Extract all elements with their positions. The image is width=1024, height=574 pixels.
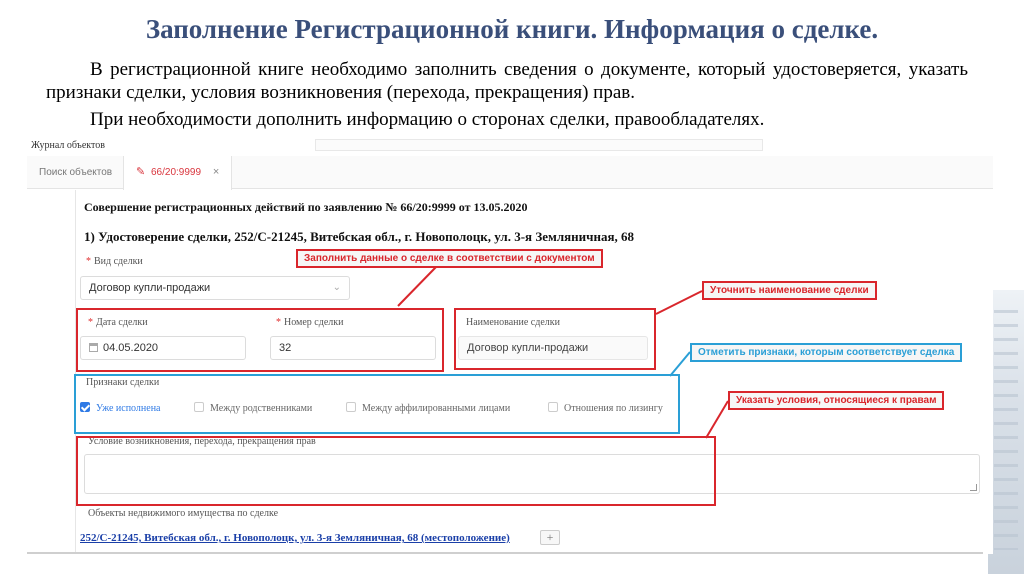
highlight-date-number: [76, 308, 444, 372]
close-icon[interactable]: ×: [213, 156, 219, 189]
tab-label: Поиск объектов: [39, 167, 113, 178]
journal-title: Журнал объектов: [31, 140, 105, 151]
highlight-conditions: [76, 436, 716, 506]
pen-icon: ✎: [136, 166, 146, 178]
tab-application[interactable]: ✎ 66/20:9999 ×: [123, 156, 233, 190]
decorative-building-image: [988, 290, 1024, 574]
tab-search-objects[interactable]: Поиск объектов: [27, 156, 124, 189]
callout-fill-deal: Заполнить данные о сделке в соответствии…: [296, 249, 603, 268]
slide-paragraph-1: В регистрационной книге необходимо запол…: [46, 59, 968, 103]
highlight-signs: [74, 374, 680, 434]
bottom-divider: [27, 552, 983, 554]
add-object-button[interactable]: +: [540, 530, 560, 545]
callout-specify-conditions: Указать условия, относящиеся к правам: [728, 391, 945, 410]
deal-type-select[interactable]: Договор купли-продажи ⌄: [80, 276, 350, 300]
callout-specify-name: Уточнить наименование сделки: [702, 281, 877, 300]
tab-label: 66/20:9999: [151, 167, 202, 178]
highlight-deal-name: [454, 308, 656, 370]
objects-label: Объекты недвижимого имущества по сделке: [88, 508, 279, 519]
object-link[interactable]: 252/С-21245, Витебская обл., г. Новополо…: [80, 532, 510, 544]
slide-paragraph-2: При необходимости дополнить информацию о…: [90, 109, 765, 130]
chevron-down-icon: ⌄: [332, 282, 341, 293]
form-heading: Совершение регистрационных действий по з…: [84, 200, 528, 214]
deal-type-value: Договор купли-продажи: [89, 282, 211, 294]
top-strip: [315, 139, 763, 151]
tab-bar: Поиск объектов ✎ 66/20:9999 ×: [27, 156, 993, 190]
deal-type-label: * Вид сделки: [86, 256, 143, 267]
form-subheading: 1) Удостоверение сделки, 252/С-21245, Ви…: [84, 229, 634, 244]
callout-mark-signs: Отметить признаки, которым соответствует…: [690, 343, 963, 362]
slide-title: Заполнение Регистрационной книги. Информ…: [145, 14, 879, 44]
